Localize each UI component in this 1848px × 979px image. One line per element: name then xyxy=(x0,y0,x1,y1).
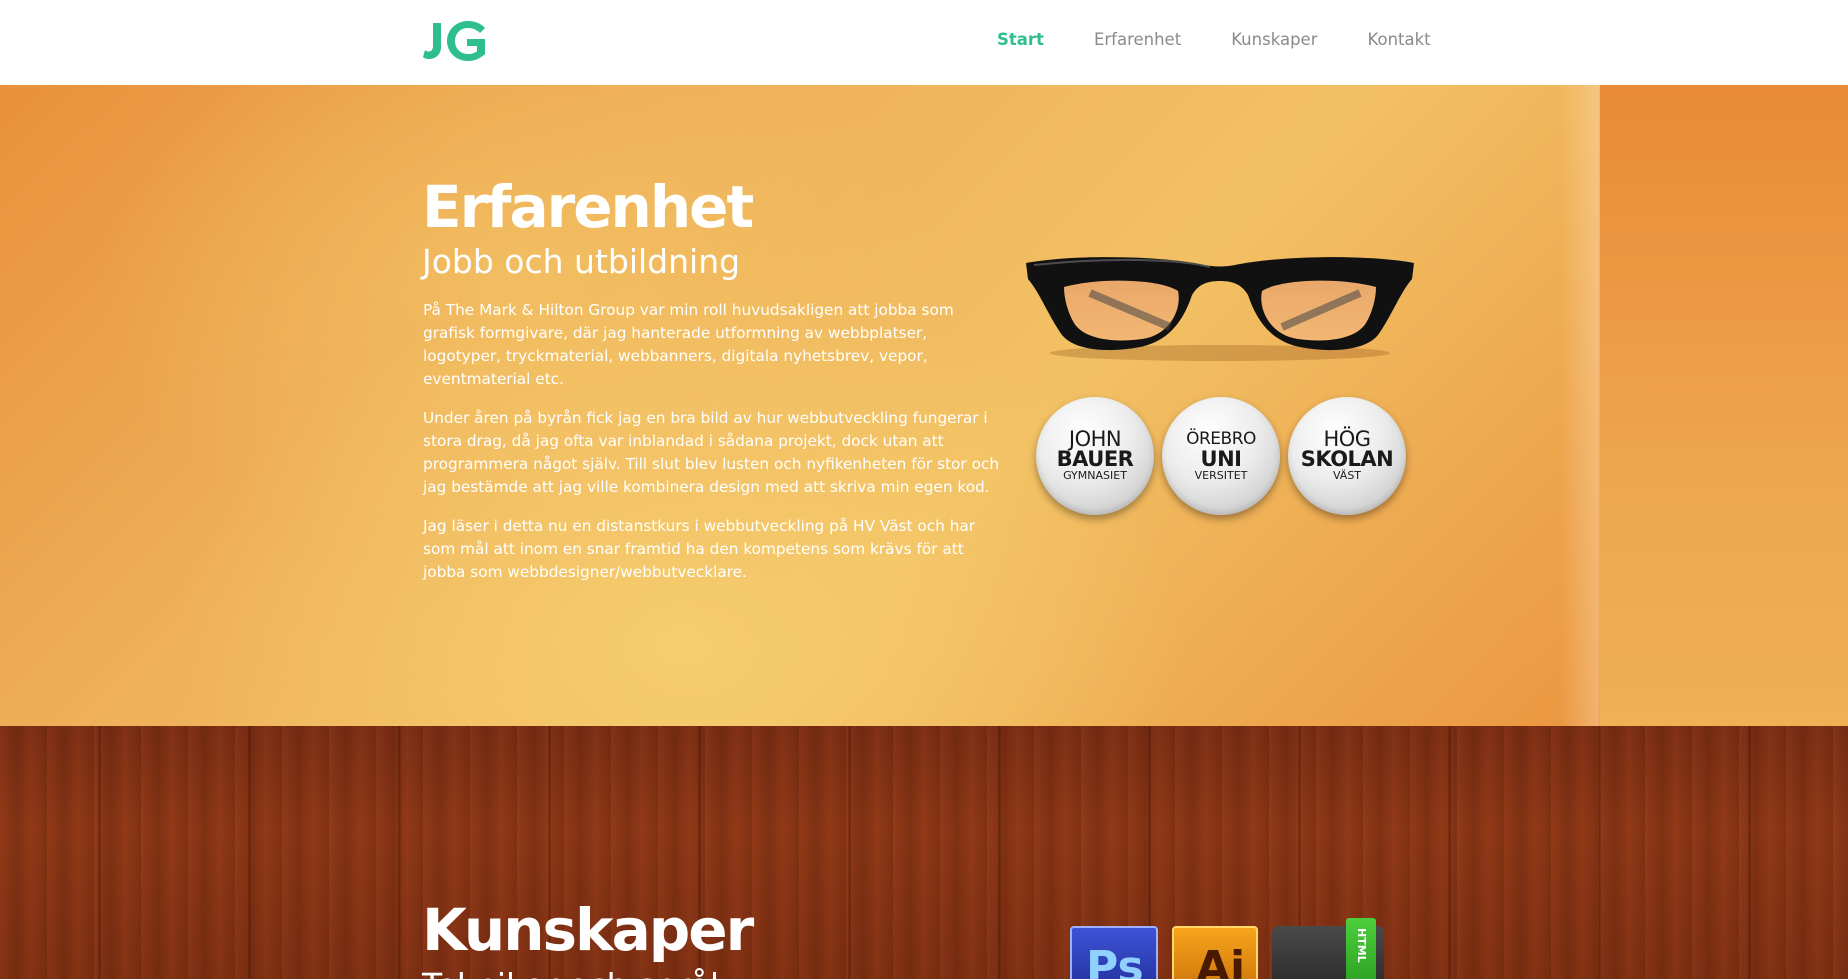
skills-subtitle: Tekniker och språk xyxy=(422,966,729,979)
html-folder-icon: HTML xyxy=(1272,918,1384,979)
experience-title: Erfarenhet xyxy=(422,173,754,241)
badge-hogskolan-vast: HÖG SKOLAN VÄST xyxy=(1288,397,1406,515)
skills-section: Kunskaper Tekniker och språk Ps Ai HTML xyxy=(0,726,1848,979)
photoshop-icon: Ps xyxy=(1070,926,1158,979)
experience-paragraph: På The Mark & Hilton Group var min roll … xyxy=(423,301,954,388)
illustrator-icon: Ai xyxy=(1172,926,1258,979)
experience-paragraph: Jag läser i detta nu en distanstkurs i w… xyxy=(423,517,976,581)
experience-text: På The Mark & Hilton Group var min roll … xyxy=(423,299,1003,600)
badge-orebro-universitet: ÖREBRO UNI VERSITET xyxy=(1162,397,1280,515)
nav-erfarenhet[interactable]: Erfarenhet xyxy=(1094,30,1181,49)
education-badges: JOHN BAUER GYMNASIET ÖREBRO UNI VERSITET… xyxy=(1036,397,1408,522)
experience-subtitle: Jobb och utbildning xyxy=(422,242,741,281)
jg-logo[interactable] xyxy=(423,19,491,63)
hero-side-panel xyxy=(1600,85,1848,726)
site-header: Start Erfarenhet Kunskaper Kontakt xyxy=(0,0,1848,85)
nav-kontakt[interactable]: Kontakt xyxy=(1367,30,1430,49)
badge-john-bauer: JOHN BAUER GYMNASIET xyxy=(1036,397,1154,515)
main-nav: Start Erfarenhet Kunskaper Kontakt xyxy=(997,30,1431,49)
skills-title: Kunskaper xyxy=(422,896,754,964)
experience-section: Erfarenhet Jobb och utbildning På The Ma… xyxy=(0,85,1848,726)
glasses-icon xyxy=(1020,235,1420,365)
hero-edge-shade xyxy=(1560,85,1600,726)
nav-start[interactable]: Start xyxy=(997,30,1044,49)
nav-kunskaper[interactable]: Kunskaper xyxy=(1231,30,1317,49)
experience-paragraph: Under åren på byrån fick jag en bra bild… xyxy=(423,409,1000,496)
